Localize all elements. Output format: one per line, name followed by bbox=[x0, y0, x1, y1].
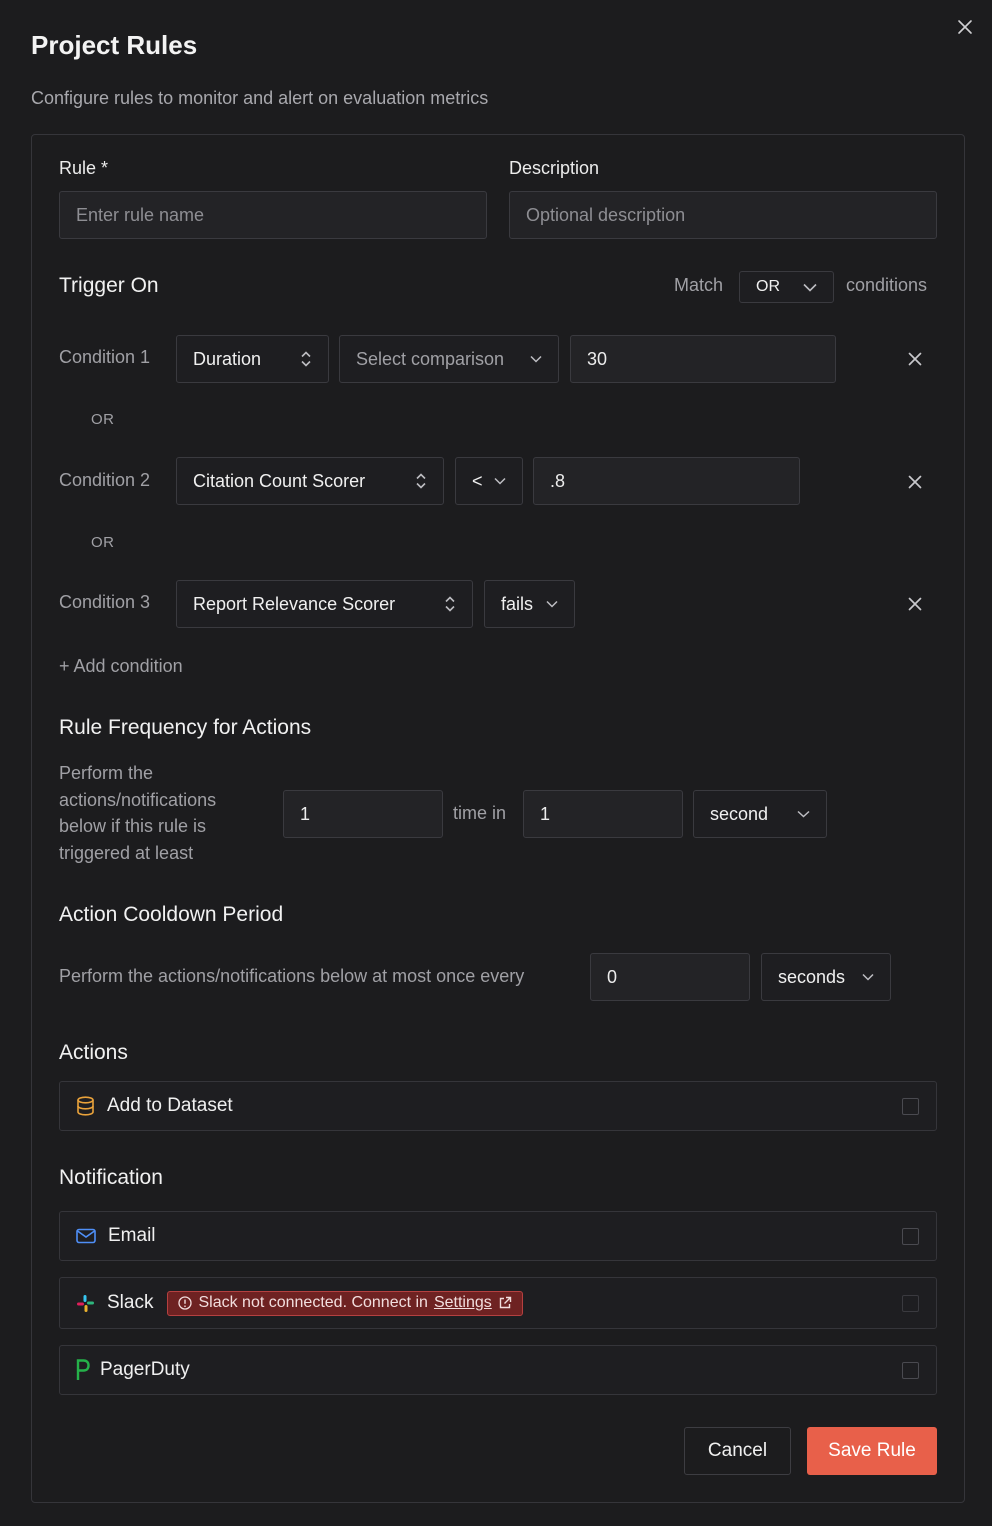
slack-checkbox[interactable] bbox=[902, 1294, 919, 1312]
chevron-down-icon bbox=[797, 810, 810, 818]
rule-name-input[interactable]: Enter rule name bbox=[59, 191, 487, 239]
frequency-period-input[interactable]: 1 bbox=[523, 790, 683, 838]
frequency-title: Rule Frequency for Actions bbox=[59, 716, 312, 739]
condition-2-value-input[interactable]: .8 bbox=[533, 457, 800, 505]
frequency-description: Perform the actions/notifications below … bbox=[59, 763, 217, 863]
cancel-button[interactable]: Cancel bbox=[684, 1427, 791, 1475]
external-link-icon[interactable] bbox=[498, 1296, 512, 1310]
chevron-down-icon bbox=[494, 477, 506, 485]
condition-1-label: Condition 1 bbox=[59, 347, 151, 367]
database-icon bbox=[76, 1096, 95, 1116]
email-label: Email bbox=[108, 1225, 156, 1246]
notification-title: Notification bbox=[59, 1166, 163, 1189]
pagerduty-label: PagerDuty bbox=[100, 1359, 190, 1380]
chevron-up-down-icon bbox=[444, 595, 456, 613]
chevron-down-icon bbox=[862, 973, 874, 981]
slack-warning-text: Slack not connected. Connect in bbox=[198, 1294, 428, 1311]
slack-icon bbox=[76, 1294, 95, 1313]
action-add-to-dataset[interactable]: Add to Dataset bbox=[59, 1081, 937, 1131]
actions-title: Actions bbox=[59, 1041, 128, 1064]
condition-2-metric-select[interactable]: Citation Count Scorer bbox=[176, 457, 444, 505]
chevron-down-icon bbox=[803, 283, 817, 292]
cooldown-unit-select[interactable]: seconds bbox=[761, 953, 891, 1001]
notification-pagerduty[interactable]: PagerDuty bbox=[59, 1345, 937, 1395]
condition-1-metric-select[interactable]: Duration bbox=[176, 335, 329, 383]
remove-condition-2-icon[interactable] bbox=[903, 470, 927, 494]
save-rule-button[interactable]: Save Rule bbox=[807, 1427, 937, 1475]
condition-3-label: Condition 3 bbox=[59, 592, 151, 612]
frequency-count-input[interactable]: 1 bbox=[283, 790, 443, 838]
condition-joiner-1: OR bbox=[91, 411, 115, 428]
conditions-label: conditions bbox=[846, 275, 928, 295]
cooldown-title: Action Cooldown Period bbox=[59, 903, 284, 926]
notification-email[interactable]: Email bbox=[59, 1211, 937, 1261]
condition-3-comparison-select[interactable]: fails bbox=[484, 580, 575, 628]
time-in-label: time in bbox=[453, 803, 507, 823]
dialog-title: Project Rules bbox=[31, 30, 198, 60]
condition-2-comparison-select[interactable]: < bbox=[455, 457, 523, 505]
notification-slack[interactable]: Slack Slack not connected. Connect in Se… bbox=[59, 1277, 937, 1329]
condition-joiner-2: OR bbox=[91, 534, 115, 551]
pagerduty-checkbox[interactable] bbox=[902, 1361, 919, 1379]
match-select[interactable]: OR bbox=[739, 271, 834, 303]
description-label: Description bbox=[509, 158, 600, 178]
slack-warning-badge: Slack not connected. Connect in Settings bbox=[167, 1290, 523, 1316]
add-condition-button[interactable]: + Add condition bbox=[59, 656, 183, 677]
chevron-up-down-icon bbox=[300, 350, 312, 368]
match-label: Match bbox=[674, 275, 724, 295]
chevron-up-down-icon bbox=[415, 472, 427, 490]
slack-label: Slack bbox=[107, 1292, 154, 1313]
email-checkbox[interactable] bbox=[902, 1227, 919, 1245]
frequency-unit-select[interactable]: second bbox=[693, 790, 827, 838]
close-icon[interactable] bbox=[952, 14, 978, 40]
trigger-title: Trigger On bbox=[59, 274, 159, 297]
mail-icon bbox=[76, 1228, 96, 1244]
settings-link[interactable]: Settings bbox=[434, 1294, 492, 1312]
dialog-subtitle: Configure rules to monitor and alert on … bbox=[31, 88, 489, 108]
action-label: Add to Dataset bbox=[107, 1095, 233, 1116]
condition-2-label: Condition 2 bbox=[59, 470, 151, 490]
description-input[interactable]: Optional description bbox=[509, 191, 937, 239]
cooldown-description: Perform the actions/notifications below … bbox=[59, 966, 525, 986]
condition-1-value-input[interactable]: 30 bbox=[570, 335, 836, 383]
remove-condition-3-icon[interactable] bbox=[903, 592, 927, 616]
chevron-down-icon bbox=[546, 600, 558, 608]
condition-1-comparison-select[interactable]: Select comparison bbox=[339, 335, 559, 383]
remove-condition-1-icon[interactable] bbox=[903, 347, 927, 371]
chevron-down-icon bbox=[530, 355, 542, 363]
rule-label: Rule * bbox=[59, 158, 109, 178]
pagerduty-icon bbox=[76, 1359, 90, 1381]
add-to-dataset-checkbox[interactable] bbox=[902, 1097, 919, 1115]
cooldown-value-input[interactable]: 0 bbox=[590, 953, 750, 1001]
alert-circle-icon bbox=[178, 1296, 193, 1310]
condition-3-metric-select[interactable]: Report Relevance Scorer bbox=[176, 580, 473, 628]
